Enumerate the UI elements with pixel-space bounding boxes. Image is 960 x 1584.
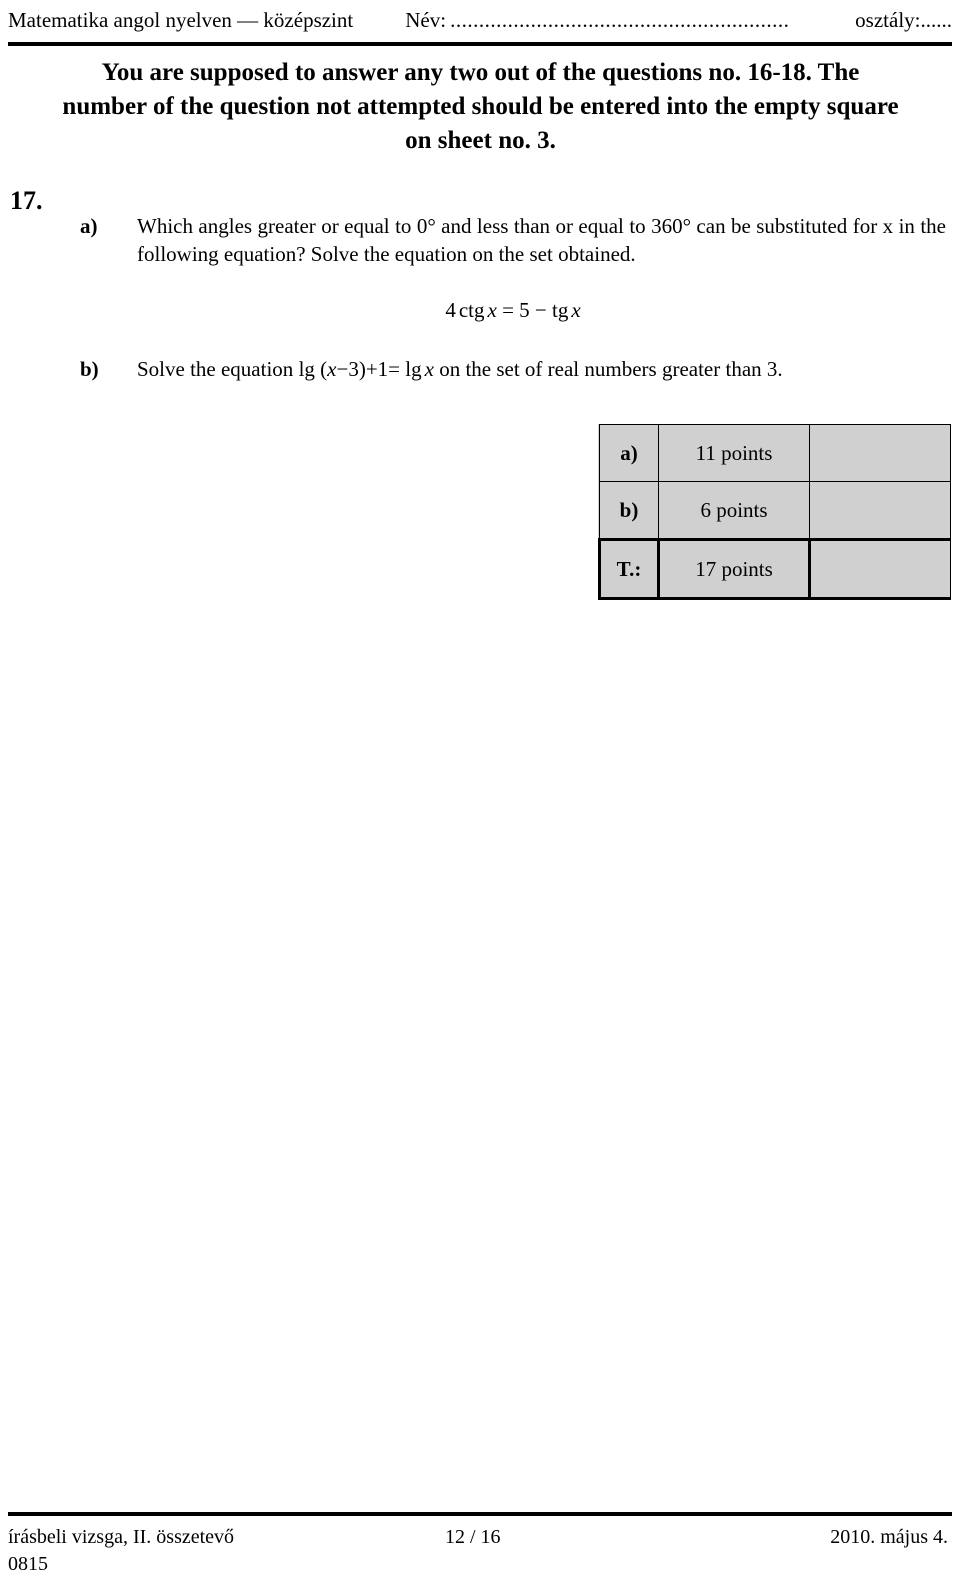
formula-a-rhs-number: 5 (519, 298, 530, 322)
formula-b-equals: = (388, 357, 401, 381)
table-row: a) 11 points (599, 424, 951, 482)
formula-a-function-ctg: ctg (458, 298, 485, 322)
header-divider (8, 42, 952, 46)
points-row-total-score-box[interactable] (809, 538, 951, 600)
question-part-a-formula: 4 ctg x = 5 − tg x (80, 296, 946, 324)
points-row-a-score-box[interactable] (809, 424, 951, 482)
formula-a-minus: − (534, 298, 547, 322)
question-part-b: b) Solve the equation lg (x−3)+1= lg x on… (80, 355, 946, 383)
points-row-a-label: a) (599, 424, 659, 482)
formula-b-minus: − (336, 357, 349, 381)
footer-main-row: írásbeli vizsga, II. összetevő 12 / 16 2… (8, 1524, 952, 1551)
question-part-b-label: b) (80, 357, 99, 381)
question-part-b-formula: lg (x−3)+1= lg x (299, 357, 440, 381)
header-student-fields: Név: ...................................… (405, 6, 952, 34)
header-class-label: osztály:...... (855, 8, 952, 32)
header-name-label: Név: (405, 8, 447, 32)
page-header: Matematika angol nyelven — középszint Né… (8, 6, 952, 36)
footer-exam-type: írásbeli vizsga, II. összetevő (8, 1526, 235, 1548)
formula-a-equals: = (502, 298, 514, 322)
page-footer: írásbeli vizsga, II. összetevő 12 / 16 2… (8, 1524, 952, 1575)
formula-a-coefficient: 4 (445, 298, 456, 322)
points-row-b-label: b) (599, 481, 659, 540)
question-part-b-text-after: on the set of real numbers greater than … (439, 357, 783, 381)
footer-exam-code: 0815 (8, 1553, 48, 1575)
formula-b-plus-one: +1 (365, 357, 389, 381)
points-row-total-label: T.: (598, 538, 660, 600)
exam-page: Matematika angol nyelven — középszint Né… (0, 0, 960, 1584)
formula-a-variable-1: x (487, 298, 497, 322)
footer-date: 2010. május 4. (830, 1526, 948, 1548)
points-row-b-value: 6 points (658, 481, 810, 540)
instruction-paragraph: You are supposed to answer any two out o… (62, 59, 899, 154)
points-table: a) 11 points b) 6 points T.: 17 points (598, 424, 951, 600)
header-subject-title: Matematika angol nyelven — középszint (8, 8, 354, 32)
formula-b-lg-2: lg (405, 357, 422, 381)
footer-divider (8, 1512, 952, 1516)
formula-b-lg-1: lg (298, 357, 315, 381)
task-number: 17. (10, 186, 43, 215)
header-name-dots: ........................................… (450, 8, 790, 32)
points-row-b-score-box[interactable] (809, 481, 951, 540)
question-part-b-text: Solve the equation lg (x−3)+1= lg x on th… (137, 355, 946, 383)
question-part-b-text-before: Solve the equation (137, 357, 294, 381)
footer-page-number: 12 / 16 (445, 1526, 501, 1548)
formula-b-number-3: 3 (348, 357, 359, 381)
table-row: T.: 17 points (598, 538, 951, 600)
question-part-a-label: a) (80, 214, 98, 238)
question-part-a: a) Which angles greater or equal to 0° a… (80, 212, 946, 268)
points-row-a-value: 11 points (658, 424, 810, 482)
formula-a-function-tg: tg (552, 298, 569, 322)
formula-b-close-paren: ) (358, 357, 366, 381)
formula-b-variable-2: x (424, 357, 434, 381)
table-row: b) 6 points (599, 481, 951, 540)
formula-a-variable-2: x (571, 298, 581, 322)
points-row-total-value: 17 points (657, 538, 811, 600)
question-part-a-text: Which angles greater or equal to 0° and … (137, 214, 946, 266)
